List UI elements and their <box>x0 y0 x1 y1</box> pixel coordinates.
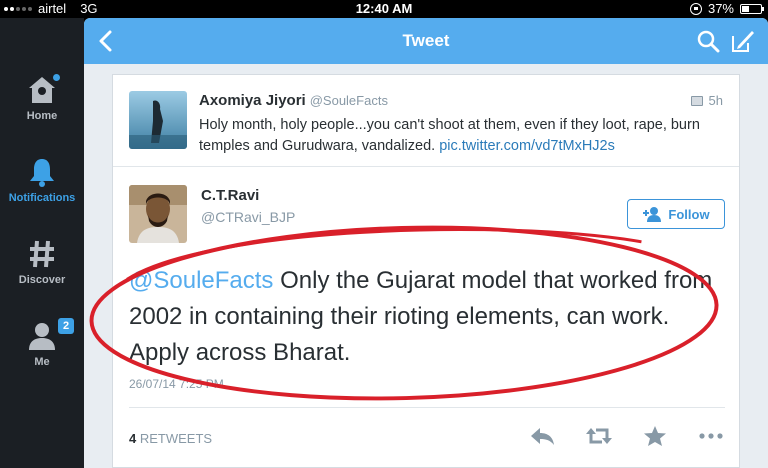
star-icon <box>644 426 666 446</box>
annotation-circle <box>89 225 719 401</box>
battery-percent: 37% <box>707 1 734 16</box>
avatar[interactable] <box>129 91 187 149</box>
bell-icon <box>26 156 58 188</box>
person-icon: 2 <box>26 318 74 352</box>
compose-button[interactable] <box>730 28 756 54</box>
search-button[interactable] <box>696 29 720 53</box>
page-title: Tweet <box>402 31 450 50</box>
rotation-lock-icon <box>689 2 702 15</box>
follow-label: Follow <box>668 206 710 222</box>
home-icon <box>26 74 60 106</box>
tweet-actions <box>529 425 725 447</box>
retweet-count[interactable]: 4 RETWEETS <box>129 431 212 446</box>
pic-link[interactable]: pic.twitter.com/vd7tMxHJ2s <box>439 138 615 154</box>
tweet-time: 5h <box>690 93 723 108</box>
divider <box>129 407 725 408</box>
author-name[interactable]: C.T.Ravi <box>201 187 259 204</box>
add-user-icon <box>643 207 662 222</box>
hash-icon <box>26 238 58 270</box>
nav-bar: Tweet <box>84 18 768 64</box>
retweet-number: 4 <box>129 431 137 446</box>
parent-tweet-text: Holy month, holy people...you can't shoo… <box>199 115 729 157</box>
author-handle: @SouleFacts <box>309 93 388 108</box>
retweet-icon <box>586 428 612 444</box>
status-bar: airtel 3G 12:40 AM 37% <box>0 0 768 18</box>
battery-icon <box>740 3 764 14</box>
sidebar-item-label: Me <box>34 356 50 368</box>
sidebar-item-label: Home <box>26 110 58 122</box>
parent-tweet[interactable]: Axomiya Jiyori @SouleFacts 5h Holy month,… <box>113 75 739 167</box>
me-badge: 2 <box>58 318 74 334</box>
status-time: 12:40 AM <box>355 1 413 16</box>
search-icon <box>697 30 720 53</box>
sidebar-item-home[interactable]: Home <box>0 74 84 122</box>
parent-author: Axomiya Jiyori @SouleFacts <box>199 92 388 109</box>
retweet-label: RETWEETS <box>139 431 213 446</box>
retweet-button[interactable] <box>585 425 613 447</box>
compose-icon <box>732 31 754 52</box>
more-icon <box>699 433 723 439</box>
reply-button[interactable] <box>529 425 557 447</box>
author-name: Axomiya Jiyori <box>199 92 306 109</box>
sidebar-item-label: Discover <box>18 274 66 286</box>
battery-fill <box>742 5 749 12</box>
sidebar-item-me[interactable]: 2 Me <box>0 318 84 368</box>
home-unread-dot <box>53 74 60 81</box>
time-label: 5h <box>708 93 723 108</box>
more-button[interactable] <box>697 425 725 447</box>
sidebar-item-label: Notifications <box>8 192 76 204</box>
sidebar-item-discover[interactable]: Discover <box>0 238 84 286</box>
reply-icon <box>531 428 554 445</box>
favorite-button[interactable] <box>641 425 669 447</box>
sidebar: Home Notifications Discover 2 Me <box>0 18 84 468</box>
status-right: 37% <box>689 1 764 16</box>
image-icon <box>690 95 703 106</box>
sidebar-item-notifications[interactable]: Notifications <box>0 156 84 204</box>
